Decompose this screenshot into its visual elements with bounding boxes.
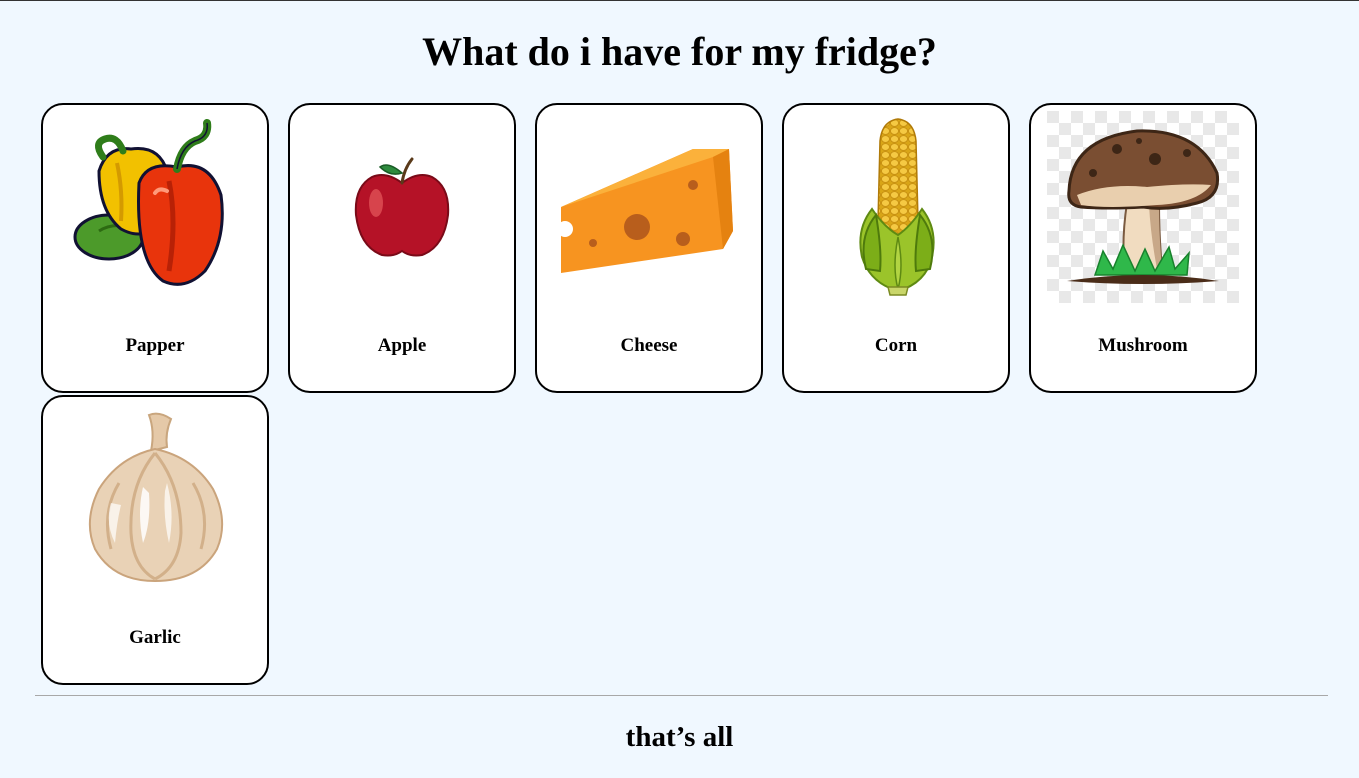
food-card-cheese[interactable]: Cheese xyxy=(535,103,763,393)
bell-pepper-icon xyxy=(59,111,251,303)
food-card-apple[interactable]: Apple xyxy=(288,103,516,393)
food-card-garlic[interactable]: Garlic xyxy=(41,395,269,685)
food-card-pepper[interactable]: Papper xyxy=(41,103,269,393)
cheese-icon xyxy=(553,111,745,303)
divider xyxy=(35,695,1328,696)
food-card-label: Papper xyxy=(125,335,185,356)
food-card-label: Garlic xyxy=(129,627,181,648)
apple-icon xyxy=(306,111,498,303)
footer-text: that’s all xyxy=(625,721,734,753)
food-card-label: Cheese xyxy=(620,335,678,356)
corn-icon xyxy=(800,111,992,303)
mushroom-icon xyxy=(1047,111,1239,303)
garlic-icon xyxy=(59,403,251,595)
food-card-mushroom[interactable]: Mushroom xyxy=(1029,103,1257,393)
food-card-corn[interactable]: Corn xyxy=(782,103,1010,393)
food-card-label: Mushroom xyxy=(1098,335,1188,356)
food-card-grid: Papper Apple Cheese Corn Mushroom Garlic xyxy=(41,103,1281,685)
page-title: What do i have for my fridge? xyxy=(422,29,937,74)
food-card-label: Corn xyxy=(874,335,918,356)
food-card-label: Apple xyxy=(377,335,427,356)
